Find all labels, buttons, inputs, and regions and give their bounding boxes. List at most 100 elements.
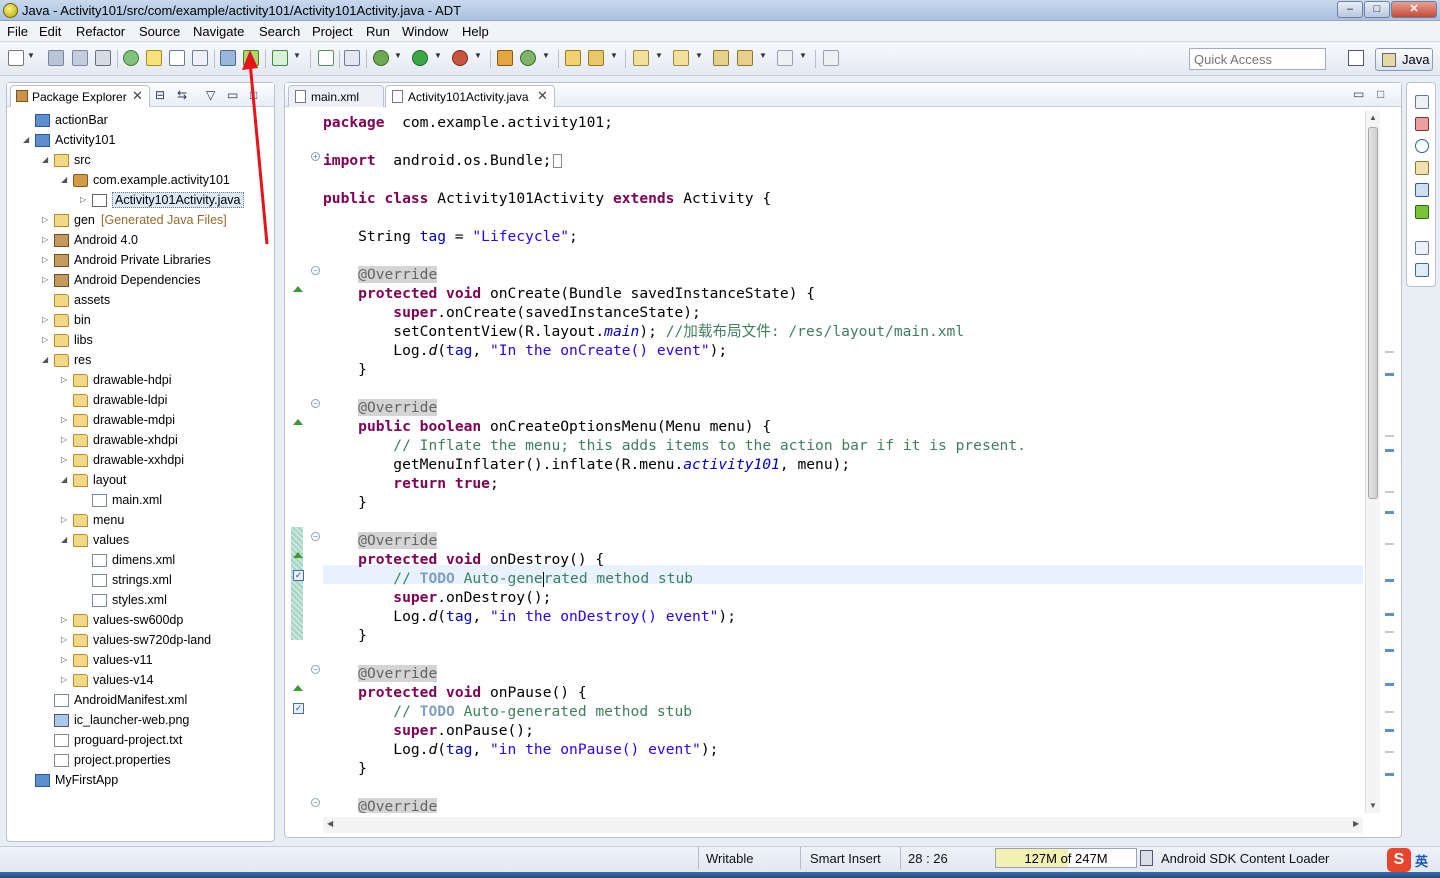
override-indicator-icon[interactable]: [293, 286, 303, 292]
tree-item[interactable]: assets: [7, 291, 272, 311]
overview-marker[interactable]: [1385, 683, 1394, 686]
code-line[interactable]: }: [323, 626, 367, 645]
expand-arrow-icon[interactable]: ▷: [61, 455, 71, 464]
pin-editor-icon[interactable]: [823, 50, 839, 66]
expand-arrow-icon[interactable]: ▷: [42, 335, 52, 344]
expand-arrow-icon[interactable]: ▷: [61, 655, 71, 664]
save-all-icon[interactable]: [72, 50, 88, 66]
task-dropdown-icon[interactable]: ▼: [293, 51, 301, 60]
close-tab-icon[interactable]: ✕: [537, 88, 548, 104]
menu-search[interactable]: Search: [259, 24, 300, 39]
overview-marker[interactable]: [1385, 613, 1394, 616]
code-line[interactable]: }: [323, 493, 367, 512]
code-line[interactable]: setContentView(R.layout.main); //加载布局文件:…: [323, 322, 964, 341]
new-class-dropdown-icon[interactable]: ▼: [542, 51, 550, 60]
override-indicator-icon[interactable]: [293, 552, 303, 558]
expand-arrow-icon[interactable]: ▷: [80, 195, 90, 204]
scroll-down-icon[interactable]: ▼: [1369, 801, 1377, 810]
code-line[interactable]: public class Activity101Activity extends…: [323, 189, 771, 208]
java-perspective-button[interactable]: Java: [1375, 48, 1433, 71]
code-line[interactable]: package com.example.activity101;: [323, 113, 613, 132]
code-line[interactable]: return true;: [323, 474, 498, 493]
menu-window[interactable]: Window: [402, 24, 448, 39]
code-line[interactable]: Log.d(tag, "In the onCreate() event");: [323, 341, 727, 360]
folded-imports-icon[interactable]: [553, 154, 563, 168]
android-sdk-manager-icon[interactable]: [123, 50, 139, 66]
overview-marker[interactable]: [1385, 373, 1394, 376]
expand-arrow-icon[interactable]: ▷: [61, 375, 71, 384]
last-edit-location-icon[interactable]: [713, 50, 729, 66]
back-icon[interactable]: [737, 50, 753, 66]
tab-activity101-java[interactable]: Activity101Activity.java ✕: [385, 85, 555, 107]
next-annotation-dropdown-icon[interactable]: ▼: [655, 51, 663, 60]
menu-edit[interactable]: Edit: [39, 24, 61, 39]
expand-arrow-icon[interactable]: ▷: [61, 415, 71, 424]
menu-project[interactable]: Project: [312, 24, 352, 39]
expand-arrow-icon[interactable]: ▷: [42, 215, 52, 224]
overview-marker[interactable]: [1385, 579, 1394, 582]
search-dropdown-icon[interactable]: ▼: [610, 51, 618, 60]
code-line[interactable]: protected void onDestroy() {: [323, 550, 604, 569]
code-line[interactable]: public boolean onCreateOptionsMenu(Menu …: [323, 417, 771, 436]
maximize-editor-icon[interactable]: □: [1377, 87, 1384, 101]
collapse-arrow-icon[interactable]: ◢: [61, 475, 71, 484]
next-annotation-icon[interactable]: [633, 50, 649, 66]
print-icon[interactable]: [95, 50, 111, 66]
code-line[interactable]: Log.d(tag, "in the onPause() event");: [323, 740, 718, 759]
tree-item[interactable]: ▷ drawable-xxhdpi: [7, 451, 272, 471]
save-icon[interactable]: [48, 50, 64, 66]
debug-icon[interactable]: [373, 50, 389, 66]
close-button[interactable]: ✕: [1391, 1, 1437, 18]
tree-item[interactable]: MyFirstApp: [7, 771, 272, 791]
overview-marker[interactable]: [1385, 729, 1394, 732]
back-dropdown-icon[interactable]: ▼: [759, 51, 767, 60]
code-line[interactable]: @Override: [323, 664, 438, 683]
collapse-all-icon[interactable]: ⊟: [155, 88, 165, 102]
code-line[interactable]: @Override: [323, 265, 438, 284]
restore-view-icon[interactable]: [1415, 95, 1429, 109]
expand-arrow-icon[interactable]: ▷: [42, 315, 52, 324]
tree-item[interactable]: ▷ values-sw720dp-land: [7, 631, 272, 651]
code-line[interactable]: protected void onCreate(Bundle savedInst…: [323, 284, 815, 303]
code-line[interactable]: super.onPause();: [323, 721, 534, 740]
scrollbar-thumb[interactable]: [1368, 127, 1378, 499]
maximize-button[interactable]: □: [1364, 1, 1390, 18]
tree-item[interactable]: ◢ values: [7, 531, 272, 551]
show-whitespace-icon[interactable]: [192, 50, 208, 66]
lint-icon[interactable]: [169, 50, 185, 66]
tree-item[interactable]: ▷ Android Dependencies: [7, 271, 272, 291]
tree-item[interactable]: dimens.xml: [7, 551, 272, 571]
tree-item[interactable]: ▷ values-v14: [7, 671, 272, 691]
task-marker-icon[interactable]: ✓: [293, 570, 304, 581]
scroll-right-icon[interactable]: ▶: [1353, 819, 1359, 828]
quick-access-input[interactable]: [1189, 48, 1326, 70]
tree-item[interactable]: ▷ values-sw600dp: [7, 611, 272, 631]
tree-item[interactable]: ◢ layout: [7, 471, 272, 491]
tree-item[interactable]: ▷ libs: [7, 331, 272, 351]
code-area[interactable]: package com.example.activity101; import a…: [323, 109, 1363, 813]
tree-item[interactable]: ic_launcher-web.png: [7, 711, 272, 731]
scroll-left-icon[interactable]: ◀: [327, 819, 333, 828]
expand-arrow-icon[interactable]: ▷: [42, 275, 52, 284]
expand-arrow-icon[interactable]: ▷: [61, 615, 71, 624]
debug-dropdown-icon[interactable]: ▼: [394, 51, 402, 60]
console-icon[interactable]: [1415, 183, 1429, 197]
skip-breakpoints-icon[interactable]: [344, 50, 360, 66]
overview-marker[interactable]: [1385, 449, 1394, 452]
tree-item[interactable]: ◢ com.example.activity101: [7, 171, 272, 191]
tree-item[interactable]: ▷ values-v11: [7, 651, 272, 671]
collapse-arrow-icon[interactable]: ◢: [61, 175, 71, 184]
external-tools-dropdown-icon[interactable]: ▼: [474, 51, 482, 60]
minimize-editor-icon[interactable]: ▭: [1353, 87, 1364, 101]
expand-arrow-icon[interactable]: ▷: [42, 235, 52, 244]
new-android-project-icon[interactable]: [318, 50, 334, 66]
tree-item[interactable]: proguard-project.txt: [7, 731, 272, 751]
expand-arrow-icon[interactable]: ▷: [61, 435, 71, 444]
tree-item[interactable]: ◢ Activity101: [7, 131, 272, 151]
restore-view-icon[interactable]: [1415, 241, 1429, 255]
outline-icon[interactable]: [1415, 117, 1429, 131]
tree-item[interactable]: strings.xml: [7, 571, 272, 591]
code-line[interactable]: }: [323, 759, 367, 778]
override-indicator-icon[interactable]: [293, 685, 303, 691]
open-type-icon[interactable]: [565, 50, 581, 66]
